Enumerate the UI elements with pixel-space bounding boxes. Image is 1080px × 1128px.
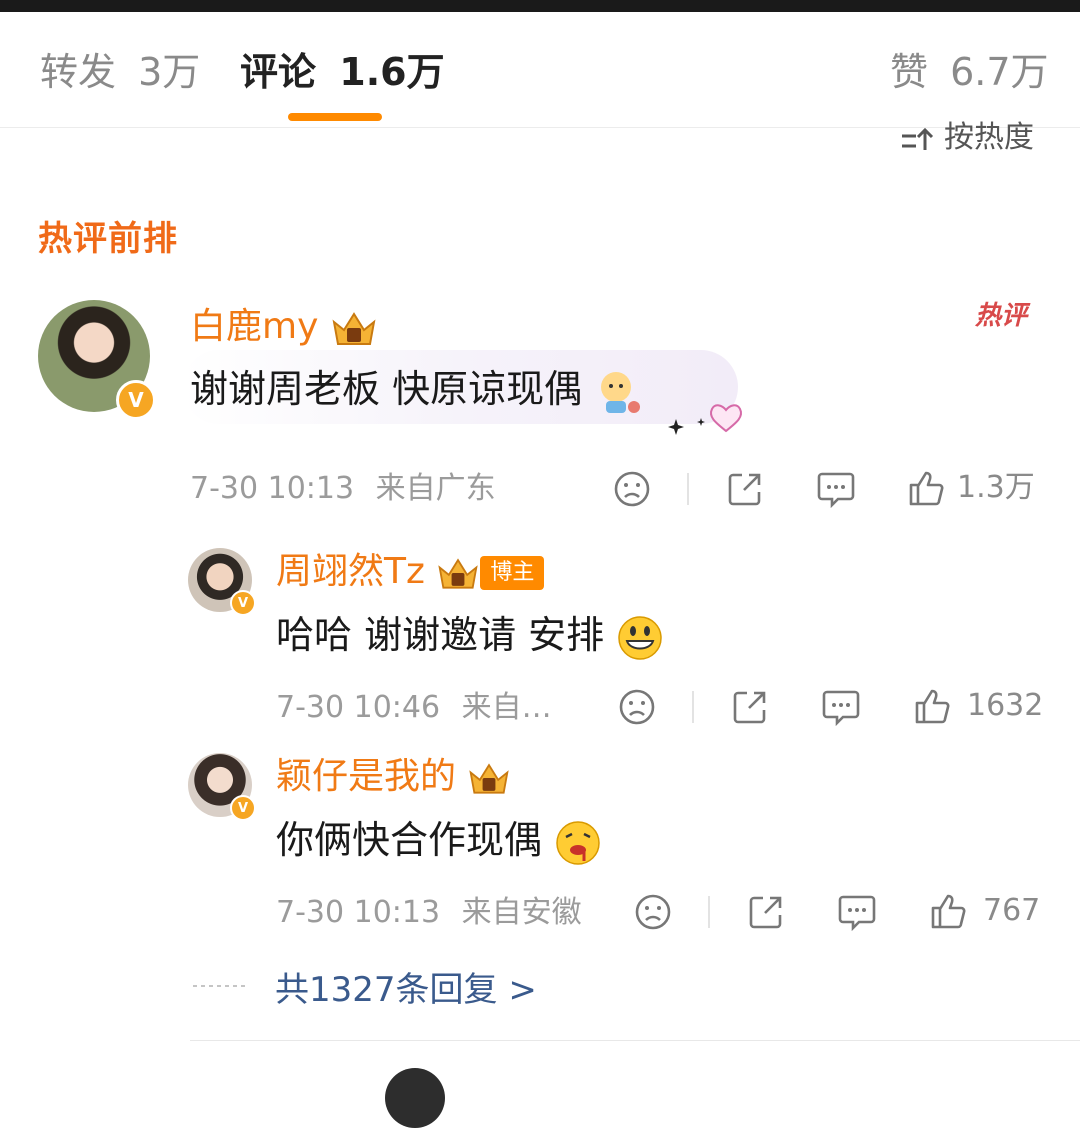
reply-meta: 7-30 10:13 来自安徽 — [276, 893, 582, 933]
like-button[interactable]: 767 — [929, 891, 1040, 931]
tab-repost-count: 3万 — [138, 50, 201, 94]
like-count: 1.3万 — [957, 470, 1035, 505]
sad-face-icon[interactable] — [613, 470, 651, 508]
username-text: 颖仔是我的 — [276, 756, 457, 797]
share-icon[interactable] — [726, 470, 764, 508]
comment-text-value: 谢谢周老板 快原谅现偶 — [190, 367, 583, 411]
sort-button[interactable]: 按热度 — [900, 118, 1034, 158]
reply-time: 7-30 10:46 — [276, 690, 441, 725]
reply-text: 你俩快合作现偶 — [276, 813, 602, 867]
like-button[interactable]: 1632 — [913, 686, 1043, 726]
reply-time: 7-30 10:13 — [276, 895, 441, 930]
thumbs-up-icon — [931, 894, 966, 929]
reply-username[interactable]: 颖仔是我的 — [276, 753, 511, 801]
share-icon[interactable] — [731, 688, 769, 726]
comment-divider — [190, 1040, 1080, 1041]
drool-emoji-icon — [556, 820, 600, 865]
post-image-edge — [0, 0, 1080, 12]
comment-time: 7-30 10:13 — [190, 471, 355, 506]
tab-comment-label: 评论 — [240, 50, 317, 94]
reply-text-value: 哈哈 谢谢邀请 安排 — [276, 613, 605, 657]
comment-location: 来自广东 — [375, 471, 496, 506]
verified-badge-icon: V — [116, 380, 156, 420]
reply-location: 来自… — [461, 690, 552, 725]
verified-badge-icon: V — [230, 590, 256, 616]
tab-comment-count: 1.6万 — [339, 50, 445, 94]
tab-repost[interactable]: 转发 3万 — [40, 48, 200, 96]
share-icon[interactable] — [747, 893, 785, 931]
active-tab-indicator — [288, 113, 382, 121]
reply-location: 来自安徽 — [461, 895, 582, 930]
comment-meta: 7-30 10:13 来自广东 — [190, 469, 496, 509]
username-text: 周翊然Tz — [276, 551, 425, 592]
like-button[interactable]: 1.3万 — [907, 468, 1035, 508]
thumbs-up-icon — [909, 471, 944, 506]
sort-label: 按热度 — [944, 120, 1034, 155]
sad-face-icon[interactable] — [618, 688, 656, 726]
like-count: 1632 — [967, 688, 1044, 723]
sad-face-icon[interactable] — [634, 893, 672, 931]
comment-icon[interactable] — [837, 893, 877, 931]
comment-icon[interactable] — [821, 688, 861, 726]
crown-icon — [469, 763, 510, 794]
tab-like[interactable]: 赞 6.7万 — [890, 48, 1049, 96]
action-divider — [687, 473, 689, 505]
more-replies-link[interactable]: 共1327条回复 > — [275, 966, 537, 1014]
like-count: 767 — [983, 893, 1041, 928]
reply-text-value: 你俩快合作现偶 — [276, 818, 543, 862]
sort-icon — [902, 127, 934, 150]
reply-text: 哈哈 谢谢邀请 安排 — [276, 608, 664, 662]
reply-username[interactable]: 周翊然Tz 博主 — [276, 548, 545, 596]
crown-icon — [438, 558, 479, 589]
tab-like-label: 赞 — [890, 50, 929, 94]
thumbs-up-icon — [915, 689, 950, 724]
comment-icon[interactable] — [816, 470, 856, 508]
heart-sparkle-icon — [668, 404, 742, 435]
section-title: 热评前排 — [38, 219, 178, 259]
tab-comment[interactable]: 评论 1.6万 — [240, 48, 445, 96]
comment-text: 谢谢周老板 快原谅现偶 — [190, 362, 644, 417]
grin-emoji-icon — [618, 615, 663, 660]
action-divider — [692, 691, 694, 723]
tab-repost-label: 转发 — [40, 50, 117, 94]
crown-icon — [332, 312, 376, 345]
blogger-tag: 博主 — [480, 556, 545, 590]
avatar[interactable] — [385, 1068, 445, 1128]
emoji-baby-icon — [601, 371, 641, 413]
hot-comment-badge: 热评 — [975, 301, 1028, 331]
username-text: 白鹿my — [190, 306, 319, 347]
verified-badge-icon: V — [230, 795, 256, 821]
comment-username[interactable]: 白鹿my — [190, 303, 378, 351]
action-divider — [708, 896, 710, 928]
tab-like-count: 6.7万 — [950, 50, 1049, 94]
reply-meta: 7-30 10:46 来自… — [276, 688, 552, 728]
dotted-divider — [193, 985, 249, 987]
